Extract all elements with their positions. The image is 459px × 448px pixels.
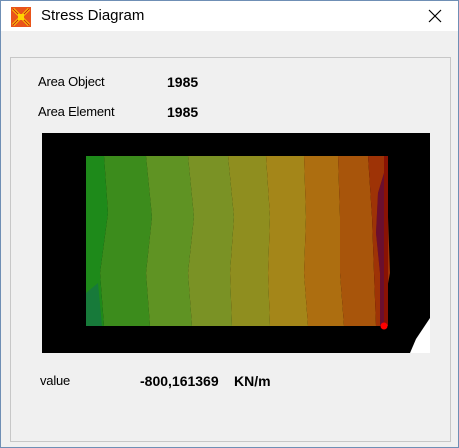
close-icon: [428, 9, 442, 23]
stress-diagram-window: Stress Diagram Area Object 1985 Area Ele…: [0, 0, 459, 448]
area-element-label: Area Element: [38, 104, 115, 119]
area-element-value: 1985: [167, 104, 199, 120]
contour-band: [188, 156, 234, 326]
contour-band: [228, 156, 270, 326]
sap2000-app-icon: [11, 7, 31, 27]
area-object-value: 1985: [167, 74, 199, 90]
plot-corner: [410, 318, 430, 353]
value-label: value: [40, 373, 71, 388]
area-object-label: Area Object: [38, 74, 105, 89]
title-bar[interactable]: Stress Diagram: [1, 1, 458, 31]
contour-canvas: [86, 156, 430, 353]
contour-band: [304, 156, 344, 326]
stress-unit: KN/m: [234, 373, 271, 389]
window-title: Stress Diagram: [41, 7, 145, 24]
contour-band: [146, 156, 194, 326]
stress-contour-plot: [42, 133, 430, 353]
contour-band: [266, 156, 308, 326]
stress-value: -800,161369: [140, 373, 219, 389]
close-button[interactable]: [412, 1, 458, 31]
max-stress-marker: [380, 322, 388, 330]
contour-band: [100, 156, 152, 326]
